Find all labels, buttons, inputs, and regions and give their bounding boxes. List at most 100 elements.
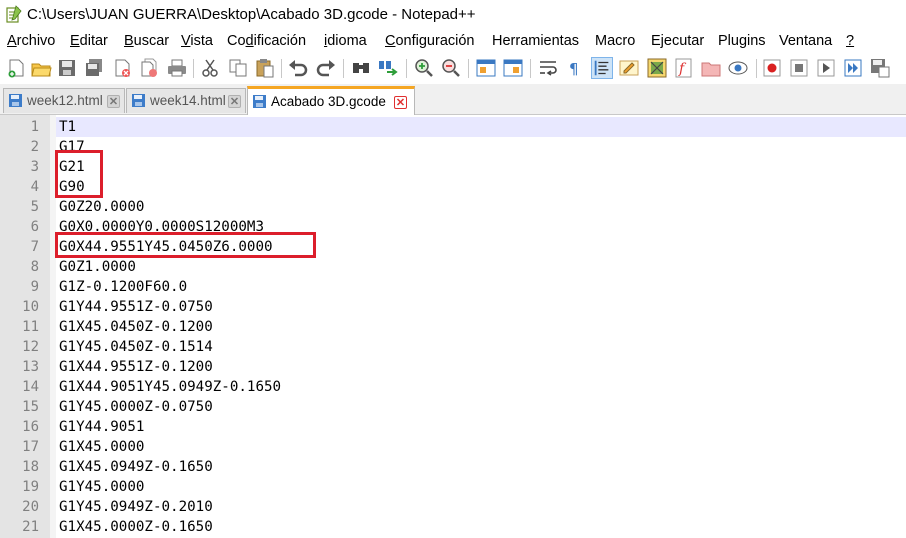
- highlight-box-units-mode: [55, 150, 103, 198]
- macro-play-icon[interactable]: [815, 57, 837, 79]
- menu-editar[interactable]: Editar: [70, 33, 108, 49]
- code-line[interactable]: 17 G1X45.0000: [0, 437, 906, 457]
- menu-archivo[interactable]: Archivo: [7, 33, 55, 49]
- macro-stop-icon[interactable]: [788, 57, 810, 79]
- redo-icon[interactable]: [315, 57, 337, 79]
- line-number: 3: [30, 159, 39, 175]
- folder-as-workspace-icon[interactable]: [700, 57, 722, 79]
- close-all-icon[interactable]: [138, 57, 160, 79]
- menu-herramientas[interactable]: Herramientas: [492, 33, 579, 49]
- close-file-icon[interactable]: [111, 57, 133, 79]
- saved-file-icon: [9, 94, 22, 107]
- cut-icon[interactable]: [199, 57, 221, 79]
- zoom-out-icon[interactable]: [440, 57, 462, 79]
- code-line[interactable]: 21 G1X45.0000Z-0.1650: [0, 517, 906, 537]
- save-icon[interactable]: [56, 57, 78, 79]
- user-defined-language-icon[interactable]: [618, 57, 640, 79]
- code-line[interactable]: 1 T1: [0, 117, 906, 137]
- code-text[interactable]: G1Z-0.1200F60.0: [59, 279, 187, 295]
- code-text[interactable]: G0Z1.0000: [59, 259, 136, 275]
- toolbar-separator: [343, 59, 344, 78]
- copy-icon[interactable]: [227, 57, 249, 79]
- tab-week14-html[interactable]: week14.html ✕: [126, 88, 246, 113]
- code-line[interactable]: 20 G1Y45.0949Z-0.2010: [0, 497, 906, 517]
- tab-close-icon[interactable]: ✕: [228, 95, 241, 108]
- save-all-icon[interactable]: [83, 57, 105, 79]
- tab-label: week14.html: [150, 93, 226, 108]
- line-number: 16: [22, 419, 39, 435]
- tab-close-icon[interactable]: ✕: [107, 95, 120, 108]
- undo-icon[interactable]: [287, 57, 309, 79]
- notepad-plus-plus-app-icon: [6, 5, 22, 23]
- code-line[interactable]: 5 G0Z20.0000: [0, 197, 906, 217]
- open-file-icon[interactable]: [30, 57, 52, 79]
- code-text[interactable]: G1X45.0000: [59, 439, 144, 455]
- menu-macro[interactable]: Macro: [595, 33, 635, 49]
- code-text[interactable]: G1Y44.9551Z-0.0750: [59, 299, 213, 315]
- toolbar: ¶ f: [0, 53, 906, 84]
- code-line[interactable]: 8 G0Z1.0000: [0, 257, 906, 277]
- show-all-characters-icon[interactable]: ¶: [564, 57, 586, 79]
- sync-horizontal-scroll-icon[interactable]: [502, 57, 524, 79]
- tab-week12-html[interactable]: week12.html ✕: [3, 88, 125, 113]
- code-text[interactable]: G1Y45.0949Z-0.2010: [59, 499, 213, 515]
- line-number: 17: [22, 439, 39, 455]
- code-line[interactable]: 4 G90: [0, 177, 906, 197]
- code-line[interactable]: 14 G1X44.9051Y45.0949Z-0.1650: [0, 377, 906, 397]
- find-icon[interactable]: [350, 57, 372, 79]
- code-line[interactable]: 2 G17: [0, 137, 906, 157]
- replace-icon[interactable]: [377, 57, 399, 79]
- code-line[interactable]: 9 G1Z-0.1200F60.0: [0, 277, 906, 297]
- word-wrap-icon[interactable]: [537, 57, 559, 79]
- code-line[interactable]: 19 G1Y45.0000: [0, 477, 906, 497]
- macro-save-icon[interactable]: [869, 57, 891, 79]
- indent-guide-icon[interactable]: [591, 57, 613, 79]
- macro-run-multiple-icon[interactable]: [842, 57, 864, 79]
- code-line[interactable]: 18 G1X45.0949Z-0.1650: [0, 457, 906, 477]
- highlight-box-rapid-move: [55, 232, 316, 258]
- macro-record-icon[interactable]: [761, 57, 783, 79]
- code-text[interactable]: G1Y45.0450Z-0.1514: [59, 339, 213, 355]
- code-line[interactable]: 16 G1Y44.9051: [0, 417, 906, 437]
- code-text[interactable]: G1Y45.0000: [59, 479, 144, 495]
- document-map-icon[interactable]: [646, 57, 668, 79]
- menu-ejecutar[interactable]: Ejecutar: [651, 33, 704, 49]
- tab-label: week12.html: [27, 93, 103, 108]
- menu-help[interactable]: ?: [846, 33, 854, 49]
- code-text[interactable]: G1X45.0000Z-0.1650: [59, 519, 213, 535]
- menu-plugins[interactable]: Plugins: [718, 33, 766, 49]
- code-text[interactable]: G1X44.9051Y45.0949Z-0.1650: [59, 379, 281, 395]
- menu-buscar[interactable]: Buscar: [124, 33, 169, 49]
- menu-codificacion[interactable]: Codificación: [227, 33, 306, 49]
- zoom-in-icon[interactable]: [413, 57, 435, 79]
- menu-configuracion[interactable]: Configuración: [385, 33, 474, 49]
- code-line[interactable]: 13 G1X44.9551Z-0.1200: [0, 357, 906, 377]
- code-line[interactable]: 11 G1X45.0450Z-0.1200: [0, 317, 906, 337]
- tab-bar: week12.html ✕ week14.html ✕ Acabado 3D.g…: [0, 84, 906, 115]
- tab-acabado-3d-gcode[interactable]: Acabado 3D.gcode ✕: [247, 86, 415, 115]
- monitoring-icon[interactable]: [727, 57, 749, 79]
- print-icon[interactable]: [166, 57, 188, 79]
- menu-ventana[interactable]: Ventana: [779, 33, 832, 49]
- code-text[interactable]: T1: [59, 119, 76, 135]
- paste-icon[interactable]: [254, 57, 276, 79]
- editor-area[interactable]: 1 T1 2 G17 3 G21 4 G90 5 G0Z20.0000 6 G0X0.0000Y0.0…: [0, 115, 906, 538]
- code-text[interactable]: G1X45.0949Z-0.1650: [59, 459, 213, 475]
- code-text[interactable]: G1Y44.9051: [59, 419, 144, 435]
- sync-vertical-scroll-icon[interactable]: [475, 57, 497, 79]
- new-file-icon[interactable]: [5, 57, 27, 79]
- tab-close-icon[interactable]: ✕: [394, 96, 407, 109]
- menu-vista[interactable]: Vista: [181, 33, 213, 49]
- code-text[interactable]: G1X44.9551Z-0.1200: [59, 359, 213, 375]
- code-line[interactable]: 3 G21: [0, 157, 906, 177]
- code-line[interactable]: 15 G1Y45.0000Z-0.0750: [0, 397, 906, 417]
- menu-idioma[interactable]: idioma: [324, 33, 367, 49]
- code-text[interactable]: G1X45.0450Z-0.1200: [59, 319, 213, 335]
- function-list-icon[interactable]: f: [673, 57, 695, 79]
- code-text[interactable]: G1Y45.0000Z-0.0750: [59, 399, 213, 415]
- code-text[interactable]: G0Z20.0000: [59, 199, 144, 215]
- code-line[interactable]: 10 G1Y44.9551Z-0.0750: [0, 297, 906, 317]
- code-line[interactable]: 12 G1Y45.0450Z-0.1514: [0, 337, 906, 357]
- window-title: C:\Users\JUAN GUERRA\Desktop\Acabado 3D.…: [27, 6, 476, 23]
- saved-file-icon: [132, 94, 145, 107]
